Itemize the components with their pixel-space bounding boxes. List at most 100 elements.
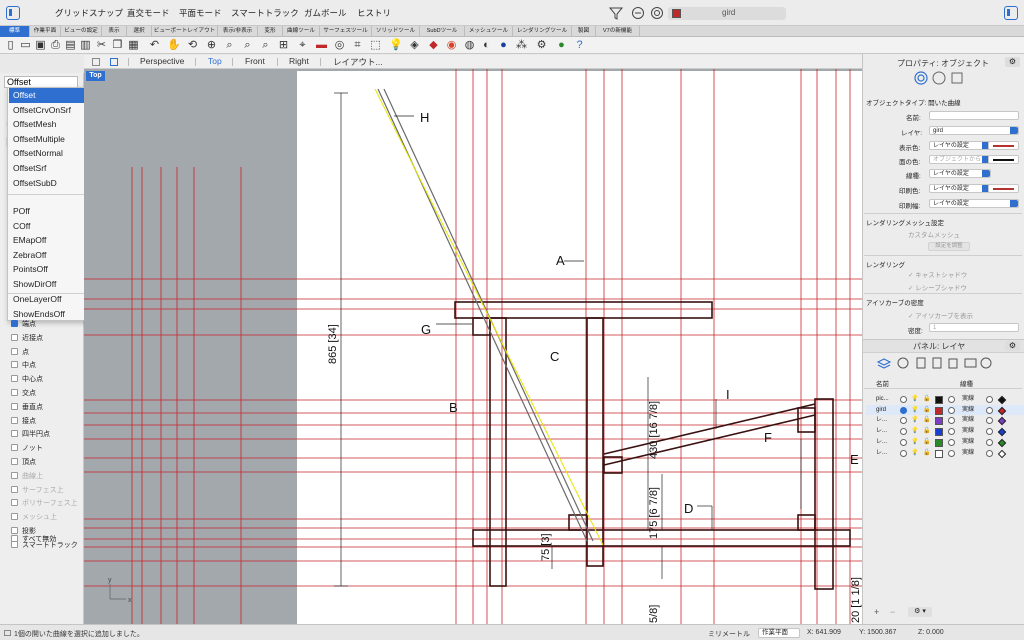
print-width-icon[interactable] (986, 428, 993, 436)
layer-linetype[interactable]: 実線 (962, 405, 974, 416)
material-icon[interactable] (948, 438, 955, 446)
tab-set-view[interactable]: ビューの設定 (61, 26, 102, 37)
tab-subd-tools[interactable]: SubDツール (420, 26, 465, 37)
tab-select[interactable]: 選択 (127, 26, 152, 37)
layer-linetype[interactable]: 実線 (962, 437, 974, 448)
paste-icon[interactable]: ▦ (127, 39, 140, 52)
osnap-disable-all[interactable]: すべて無効 (11, 533, 56, 547)
tab-mesh-tools[interactable]: メッシュツール (465, 26, 513, 37)
current-layer-icon[interactable] (900, 428, 907, 436)
layer-color-swatch[interactable] (935, 438, 943, 447)
lock-icon[interactable]: 🔓 (923, 394, 930, 405)
add-layer-icon[interactable]: + (874, 607, 879, 617)
lock-icon[interactable]: 🔓 (923, 437, 930, 448)
layer-color-swatch[interactable] (935, 428, 943, 437)
zoom-extents-icon[interactable]: ⌕ (241, 39, 254, 52)
print-color-select[interactable]: レイヤの設定 (929, 184, 991, 193)
construction-plane-icon[interactable]: ⌗ (351, 39, 364, 52)
document-icon[interactable] (916, 357, 926, 369)
custom-mesh-checkbox[interactable]: カスタムメッシュ (908, 229, 960, 239)
pan-icon[interactable]: ✋ (167, 39, 181, 52)
select-icon[interactable]: ⬚ (369, 39, 382, 52)
density-field[interactable]: 1 (929, 323, 1019, 332)
color-icon[interactable]: ◉ (445, 39, 458, 52)
osnap-option[interactable]: 点 (11, 346, 29, 360)
cast-shadows-checkbox[interactable]: ✓ キャストシャドウ (908, 269, 967, 279)
checkbox[interactable] (11, 458, 18, 465)
new-icon[interactable]: ▯ (4, 39, 17, 52)
material-icon[interactable] (948, 417, 955, 425)
osnap-status-icon[interactable] (650, 6, 664, 20)
layer-linetype[interactable]: 実線 (962, 415, 974, 426)
tab-drafting[interactable]: 製図 (572, 26, 596, 37)
osnap-option[interactable]: 垂直点 (11, 401, 43, 415)
material-icon[interactable] (948, 449, 955, 457)
gumball-toggle[interactable]: ガムボール (304, 7, 347, 19)
linetype-select[interactable]: レイヤの設定 (929, 169, 991, 178)
osnap-option[interactable]: ポリサーフェス上 (11, 497, 78, 511)
osnap-option[interactable]: 曲線上 (11, 470, 43, 484)
history-toggle[interactable]: ヒストリ (357, 7, 391, 19)
checkbox[interactable] (11, 499, 18, 507)
checkbox[interactable] (11, 471, 18, 479)
display-color-select[interactable]: レイヤの設定 (929, 141, 991, 150)
single-view-icon[interactable] (110, 58, 118, 66)
show-isocurves-checkbox[interactable]: ✓ アイソカーブを表示 (908, 310, 973, 320)
command-history-icon[interactable] (4, 630, 11, 636)
checkbox[interactable] (11, 430, 18, 438)
object-props-icon[interactable] (914, 71, 928, 85)
camera-icon[interactable]: ⌖ (296, 39, 309, 52)
print-color-icon[interactable] (997, 395, 1007, 405)
name-field[interactable] (929, 111, 1019, 120)
history-record-icon[interactable] (631, 6, 645, 20)
zoom-selected-icon[interactable]: ⌕ (259, 39, 272, 52)
layer-row[interactable]: レ... 💡 🔓 実線 (866, 426, 1024, 437)
render-icon[interactable]: ◍ (463, 39, 476, 52)
print-width-icon[interactable] (986, 417, 993, 425)
visibility-bulb-icon[interactable]: 💡 (911, 415, 918, 426)
visibility-bulb-icon[interactable]: 💡 (911, 405, 918, 416)
face-color-swatch[interactable] (988, 155, 1019, 164)
grid-view-icon[interactable] (92, 58, 100, 66)
visibility-bulb-icon[interactable]: 💡 (911, 448, 918, 459)
print-color-icon[interactable] (997, 438, 1007, 448)
import-icon[interactable]: ▤ (64, 39, 77, 52)
lock-icon[interactable]: 🔓 (923, 448, 930, 459)
checkbox[interactable] (11, 333, 18, 341)
current-layer-icon[interactable] (900, 449, 907, 457)
help-icon[interactable]: ? (573, 39, 586, 52)
materials-icon[interactable] (897, 357, 909, 369)
tab-transform[interactable]: 変形 (258, 26, 283, 37)
texture-icon[interactable] (951, 72, 963, 84)
layer-linetype[interactable]: 実線 (962, 426, 974, 437)
osnap-option[interactable]: メッシュ上 (11, 511, 57, 525)
tab-right[interactable]: Right (289, 56, 309, 66)
tab-top[interactable]: Top (208, 56, 222, 66)
tab-front[interactable]: Front (245, 56, 265, 66)
current-layer-selector[interactable]: gird (668, 7, 786, 20)
panel-toggle-icon[interactable] (1004, 6, 1018, 20)
visibility-bulb-icon[interactable]: 💡 (911, 437, 918, 448)
layer-actions-gear-icon[interactable]: ⚙ ▾ (908, 607, 932, 617)
print-width-icon[interactable] (986, 406, 993, 414)
tab-curve-tools[interactable]: 曲線ツール (283, 26, 320, 37)
sidebar-toggle-icon[interactable] (6, 6, 20, 20)
options-icon[interactable]: ⚙ (535, 39, 548, 52)
layer-color-swatch[interactable] (935, 417, 943, 426)
face-color-select[interactable]: オブジェクトから (929, 155, 991, 164)
lock-icon[interactable]: 🔓 (923, 415, 930, 426)
lock-icon[interactable]: 🔓 (923, 426, 930, 437)
four-view-icon[interactable]: ⊞ (277, 39, 290, 52)
lock-icon[interactable]: 🔓 (923, 405, 930, 416)
filter-icon[interactable] (609, 6, 623, 20)
material-icon[interactable] (932, 71, 946, 85)
checkbox[interactable] (11, 513, 18, 521)
display-color-swatch[interactable] (988, 141, 1019, 150)
layer-row[interactable]: gird 💡 🔓 実線 (866, 404, 1024, 416)
layers-options-gear-icon[interactable]: ⚙ (1005, 341, 1020, 351)
checkbox[interactable] (11, 535, 18, 542)
light-icon[interactable]: 💡 (389, 39, 403, 52)
visibility-bulb-icon[interactable]: 💡 (911, 394, 918, 405)
layer-linetype[interactable]: 実線 (962, 394, 974, 405)
tab-cplanes[interactable]: 作業平面 (30, 26, 61, 37)
